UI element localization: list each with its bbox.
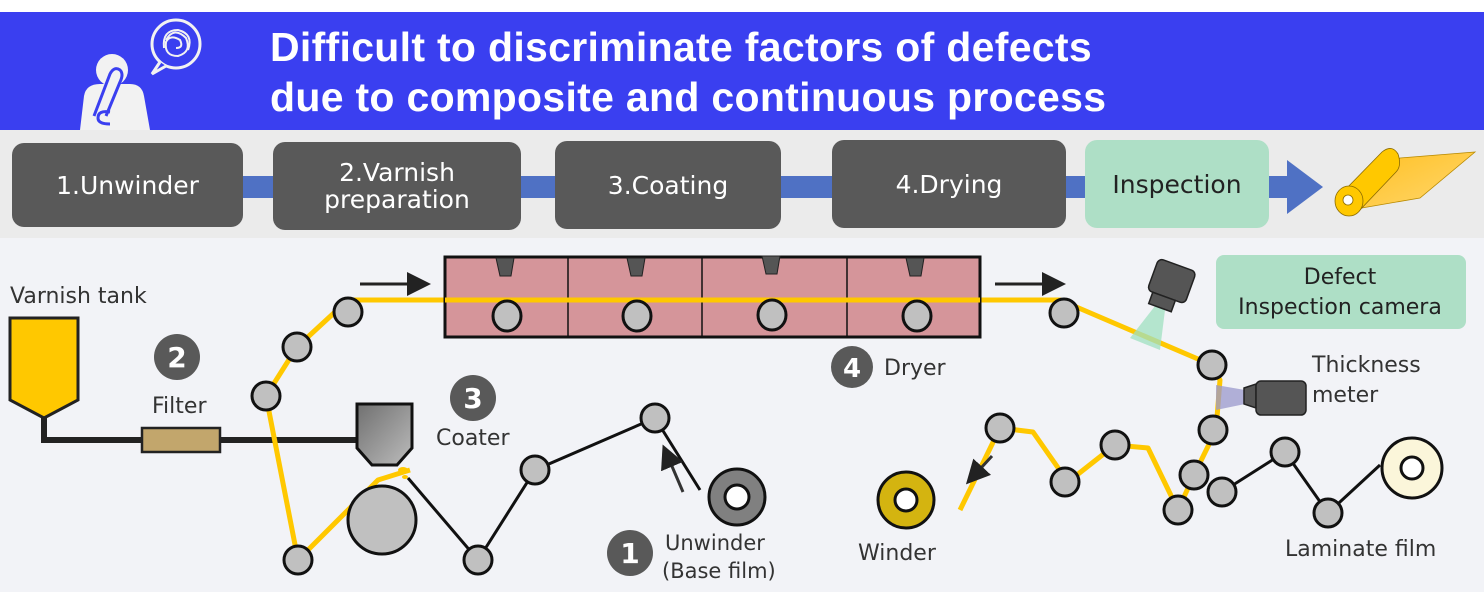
winder-label: Winder xyxy=(858,541,937,566)
step-label-line-1: 2.Varnish xyxy=(339,158,455,187)
coating-roll xyxy=(346,484,418,556)
filter-number: 2 xyxy=(167,341,186,374)
step-label: 3.Coating xyxy=(607,170,729,200)
process-diagram-drawing: Varnish tank 2 Filter 3 Coater 1 Unwinde… xyxy=(8,255,1466,583)
step-label: 1.Unwinder xyxy=(56,170,199,200)
defect-inspection-camera-icon xyxy=(1147,258,1196,313)
coater-number: 3 xyxy=(463,382,482,415)
laminate-film-label: Laminate film xyxy=(1285,537,1436,562)
title-line-1: Difficult to discriminate factors of def… xyxy=(270,24,1092,70)
dryer-label: Dryer xyxy=(884,356,947,381)
direction-arrow-icon xyxy=(965,454,994,485)
laminate-film-path xyxy=(1221,449,1382,516)
unwinder-label-line-1: Unwinder xyxy=(665,531,765,555)
inspection-camera-label-line-2: Inspection camera xyxy=(1238,295,1442,320)
page-title: Difficult to discriminate factors of def… xyxy=(270,22,1106,122)
step-coating: 3.Coating xyxy=(555,141,781,229)
confused-person-icon xyxy=(80,18,202,130)
dryer-number: 4 xyxy=(843,354,861,384)
thickness-beam xyxy=(1216,385,1245,410)
title-banner: Difficult to discriminate factors of def… xyxy=(0,12,1484,130)
varnish-tank xyxy=(8,316,80,420)
step-varnish-preparation: 2.Varnish preparation xyxy=(273,142,521,230)
step-drying: 4.Drying xyxy=(832,140,1066,228)
camera-beam xyxy=(1130,306,1165,350)
step-label: 4.Drying xyxy=(895,169,1003,199)
guide-rollers xyxy=(250,296,1344,576)
unwinder-number: 1 xyxy=(620,537,639,570)
inspection-camera-label-line-1: Defect xyxy=(1304,265,1377,290)
coater-hopper xyxy=(355,402,414,467)
step-label-line-2: preparation xyxy=(324,185,470,214)
step-label: Inspection xyxy=(1112,169,1242,199)
title-line-2: due to composite and continuous process xyxy=(270,74,1107,120)
varnish-tank-label: Varnish tank xyxy=(10,284,147,309)
thickness-meter-label-line-1: Thickness xyxy=(1311,353,1421,378)
coater-label: Coater xyxy=(436,426,510,451)
step-inspection: Inspection xyxy=(1085,140,1269,228)
unwinder-label-line-2: (Base film) xyxy=(662,559,776,583)
thickness-meter-icon xyxy=(1243,380,1307,416)
thickness-meter-label-line-2: meter xyxy=(1312,383,1379,408)
step-unwinder: 1.Unwinder xyxy=(12,143,243,227)
film-roll-icon xyxy=(1334,148,1477,217)
process-flow-arrowhead xyxy=(1287,160,1323,214)
filter xyxy=(140,426,222,454)
filter-label: Filter xyxy=(152,394,207,419)
dryer xyxy=(443,255,982,339)
